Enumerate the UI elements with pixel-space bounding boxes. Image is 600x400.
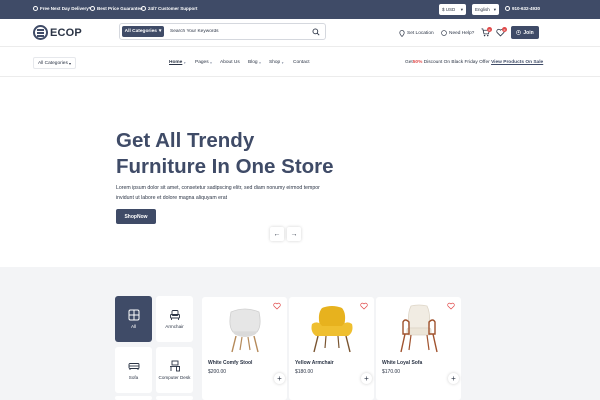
help-icon — [441, 30, 447, 36]
nav-item-about-us[interactable]: About Us — [220, 60, 248, 65]
logo[interactable]: ECOP — [33, 25, 82, 40]
category-tab-more[interactable] — [156, 396, 193, 400]
search-category-select[interactable]: All Categories ▾ — [122, 26, 164, 37]
chevron-down-icon: ▾ — [210, 60, 212, 65]
chevron-down-icon: ▾ — [183, 60, 186, 65]
top-bar: Free Next Day Delivery* Best Price Guara… — [0, 0, 600, 19]
wishlist-heart-icon[interactable] — [447, 302, 455, 310]
join-button[interactable]: Join — [511, 26, 539, 39]
currency-select[interactable]: $ USD ▾ — [439, 4, 466, 15]
nav-bar: All Categories ▾ Home ▾ Pages ▾ About Us… — [0, 48, 600, 77]
product-card[interactable]: White Loyal Sofa $170.00 + — [376, 297, 461, 400]
chevron-down-icon: ▾ — [68, 60, 71, 66]
chevron-down-icon: ▾ — [281, 60, 284, 65]
nav-item-home[interactable]: Home ▾ — [169, 60, 195, 65]
set-location-link[interactable]: Set Location — [399, 30, 434, 37]
hero-title: Get All Trendy Furniture In One Store — [116, 129, 334, 178]
badge-icon — [90, 6, 95, 11]
all-categories-dropdown[interactable]: All Categories ▾ — [33, 57, 76, 69]
sofa-icon — [128, 363, 139, 370]
nav-item-shop[interactable]: Shop ▾ — [269, 60, 293, 65]
wishlist-heart-icon[interactable] — [273, 302, 281, 310]
truck-icon — [33, 6, 38, 11]
wishlist-heart-icon[interactable] — [360, 302, 368, 310]
category-tab-more[interactable] — [115, 396, 152, 400]
promo-delivery: Free Next Day Delivery* — [33, 6, 91, 11]
armchair-icon — [169, 310, 180, 320]
product-image — [400, 304, 438, 353]
logo-mark-icon — [33, 25, 48, 40]
language-select[interactable]: English ▾ — [472, 4, 499, 15]
category-tab-computer-desk[interactable]: Computer Desk — [156, 347, 193, 393]
add-to-cart-plus-icon[interactable]: + — [361, 373, 372, 384]
grid-icon — [128, 309, 139, 321]
slider-prev-arrow-icon[interactable]: ← — [270, 227, 284, 241]
add-to-cart-plus-icon[interactable]: + — [448, 373, 459, 384]
location-pin-icon — [399, 30, 405, 37]
nav-item-pages[interactable]: Pages ▾ — [195, 60, 220, 65]
promo-price: Best Price Guarantee — [90, 6, 143, 11]
hero-description: Lorem ipsum dolor sit amet, consetetur s… — [116, 185, 320, 201]
product-image — [229, 308, 261, 353]
cart-count-badge: 0 — [487, 27, 492, 32]
chevron-down-icon: ▾ — [493, 6, 496, 12]
main-menu: Home ▾ Pages ▾ About Us Blog ▾ Shop ▾ Co… — [169, 60, 310, 65]
search-input[interactable] — [170, 26, 310, 37]
phone-icon — [505, 6, 510, 11]
deal-banner: Get50% Discount On Black Friday Offer Vi… — [405, 60, 544, 65]
wishlist-count-badge: 0 — [502, 27, 507, 32]
slider-next-arrow-icon[interactable]: → — [287, 227, 301, 241]
search-bar: All Categories ▾ — [119, 23, 326, 40]
category-tab-sofa[interactable]: Sofa — [115, 347, 152, 393]
nav-item-blog[interactable]: Blog ▾ — [248, 60, 269, 65]
add-to-cart-plus-icon[interactable]: + — [274, 373, 285, 384]
search-icon[interactable] — [312, 28, 320, 36]
product-image — [311, 306, 353, 353]
user-icon — [516, 30, 522, 35]
chevron-down-icon: ▾ — [158, 29, 162, 34]
nav-item-contact[interactable]: Contact — [293, 60, 310, 65]
hero-banner: Get All Trendy Furniture In One Store Lo… — [0, 86, 600, 266]
product-card-edge — [463, 297, 487, 400]
promo-support: 24/7 Customer Support — [141, 6, 198, 11]
shop-now-button[interactable]: ShopNow — [116, 209, 156, 224]
product-card[interactable]: White Comfy Stool $200.00 + — [202, 297, 287, 400]
category-tab-armchair[interactable]: Armchair — [156, 296, 193, 342]
product-card[interactable]: Yellow Armchair $180.00 + — [289, 297, 374, 400]
chevron-down-icon: ▾ — [259, 60, 261, 65]
header: ECOP All Categories ▾ Set Location Need … — [0, 19, 600, 47]
need-help-link[interactable]: Need Help? — [441, 30, 474, 36]
desk-icon — [169, 360, 180, 372]
phone-number[interactable]: 910-632-4930 — [505, 6, 540, 11]
category-tab-all[interactable]: All — [115, 296, 152, 342]
chevron-down-icon: ▾ — [460, 6, 463, 12]
support-icon — [141, 6, 146, 11]
view-sale-link[interactable]: View Products On Sale — [491, 60, 543, 65]
products-section: All Armchair Sofa Computer Desk White Co… — [0, 267, 600, 400]
